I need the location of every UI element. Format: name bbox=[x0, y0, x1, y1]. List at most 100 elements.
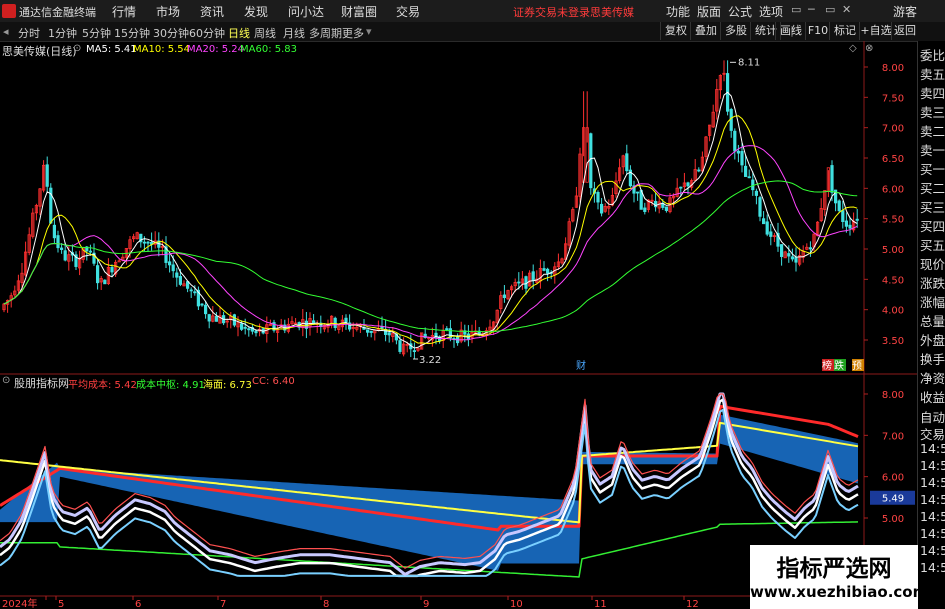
legend-toggle-icon[interactable]: ⊙ bbox=[73, 43, 81, 54]
period-tab-weekly[interactable]: 周线 bbox=[254, 25, 276, 41]
candle-body bbox=[848, 224, 852, 229]
ma60-line bbox=[3, 180, 858, 333]
candle-body bbox=[60, 247, 64, 250]
sidebar-time-2: 14:56 bbox=[920, 458, 945, 473]
toolbar-overlay-button[interactable]: 叠加 bbox=[690, 22, 721, 40]
x-tick-label: 10 bbox=[510, 599, 523, 609]
sidebar-sell3[interactable]: 卖三 bbox=[920, 102, 945, 121]
candle-body bbox=[664, 206, 669, 211]
menu-discover[interactable]: 发现 bbox=[244, 3, 268, 20]
candle-body bbox=[56, 235, 60, 249]
period-tab-timeshare[interactable]: 分时 bbox=[18, 25, 40, 41]
period-tab-60min[interactable]: 60分钟 bbox=[189, 25, 225, 41]
candle-body bbox=[333, 317, 337, 329]
sidebar-weibi[interactable]: 委比 bbox=[920, 45, 945, 64]
sidebar-sell5[interactable]: 卖五 bbox=[920, 64, 945, 83]
candle-body bbox=[546, 268, 550, 274]
menu-formula[interactable]: 公式 bbox=[728, 3, 752, 20]
legend-avg-cost: 平均成本: 5.42 bbox=[68, 380, 137, 391]
sidebar-time-1: 14:56 bbox=[920, 441, 945, 456]
sidebar-time-7: 14:56 bbox=[920, 543, 945, 558]
ind-y-tick-label: 5.00 bbox=[882, 514, 904, 525]
menu-market[interactable]: 市场 bbox=[156, 3, 180, 20]
minimize-icon[interactable]: ─ bbox=[808, 3, 815, 16]
more-arrow-icon[interactable]: ▾ bbox=[366, 25, 372, 38]
menu-function[interactable]: 功能 bbox=[666, 3, 690, 20]
toolbar-adjust-button[interactable]: 复权 bbox=[660, 22, 691, 40]
menu-layout[interactable]: 版面 bbox=[697, 3, 721, 20]
candle-body bbox=[52, 224, 57, 239]
menu-options[interactable]: 选项 bbox=[759, 3, 783, 20]
candle-body bbox=[178, 276, 182, 285]
menu-ask[interactable]: 问小达 bbox=[288, 3, 324, 20]
candle-body bbox=[765, 221, 769, 235]
period-tab-1min[interactable]: 1分钟 bbox=[48, 25, 77, 41]
period-tab-daily[interactable]: 日线 bbox=[228, 25, 250, 41]
toolbar-back-button[interactable]: 返回 bbox=[891, 22, 918, 40]
period-tab-monthly[interactable]: 月线 bbox=[283, 25, 305, 41]
candle-body bbox=[740, 151, 744, 166]
sidebar-change-pct[interactable]: 涨幅 bbox=[920, 292, 945, 311]
restore-icon[interactable]: ▭ bbox=[791, 3, 801, 16]
toolbar-f10-button[interactable]: F10 bbox=[805, 22, 830, 40]
candle-body bbox=[780, 244, 784, 257]
main-y-tick-label: 3.50 bbox=[882, 336, 904, 347]
candle-body bbox=[762, 218, 766, 225]
legend-ma20: MA20: 5.24 bbox=[187, 44, 245, 55]
candle-body bbox=[207, 314, 211, 322]
period-tab-multi[interactable]: 多周期 bbox=[309, 25, 342, 41]
indicator-area bbox=[0, 392, 859, 578]
annotations: 8.11 3.22 财 榜跌预 5.49 bbox=[413, 57, 915, 505]
kline-chart[interactable]: 8.00 7.50 7.00 6.50 6.00 5.50 5.00 4.50 4.00 3.50… bbox=[0, 41, 917, 609]
settings-diamond-icon[interactable]: ◇ bbox=[849, 43, 857, 54]
guest-user[interactable]: 游客 bbox=[893, 3, 917, 20]
period-tab-more[interactable]: 更多 bbox=[342, 25, 364, 41]
period-tab-5min[interactable]: 5分钟 bbox=[82, 25, 111, 41]
candle-body bbox=[247, 328, 251, 331]
sidebar-sell2[interactable]: 卖二 bbox=[920, 121, 945, 140]
sidebar-outer[interactable]: 外盘 bbox=[920, 330, 945, 349]
toolbar-draw-button[interactable]: 画线 bbox=[775, 22, 806, 40]
period-tab-30min[interactable]: 30分钟 bbox=[153, 25, 189, 41]
candle-body bbox=[600, 203, 604, 214]
menu-news[interactable]: 资讯 bbox=[200, 3, 224, 20]
candle-body bbox=[142, 241, 146, 244]
sidebar-price[interactable]: 现价 bbox=[920, 254, 945, 273]
sidebar-change[interactable]: 涨跌 bbox=[920, 273, 945, 292]
app-title: 通达信金融终端 bbox=[19, 6, 96, 19]
candle-body bbox=[117, 260, 121, 263]
sidebar-buy1[interactable]: 买一 bbox=[920, 159, 945, 178]
sidebar-earnings[interactable]: 收益 bbox=[920, 387, 945, 406]
sidebar-buy5[interactable]: 买五 bbox=[920, 235, 945, 254]
watermark-title: 指标严选网 bbox=[776, 556, 892, 582]
sidebar-sell1[interactable]: 卖一 bbox=[920, 140, 945, 159]
maximize-icon[interactable]: ▭ bbox=[825, 3, 835, 16]
sidebar-net-assets[interactable]: 净资 bbox=[920, 368, 945, 387]
sidebar-buy3[interactable]: 买三 bbox=[920, 197, 945, 216]
indicator-toggle-icon[interactable]: ⊙ bbox=[2, 375, 10, 386]
sidebar-volume[interactable]: 总量 bbox=[920, 311, 945, 330]
menu-quotes[interactable]: 行情 bbox=[112, 3, 136, 20]
close-icon[interactable]: ✕ bbox=[842, 3, 851, 16]
y-axes: 8.00 7.50 7.00 6.50 6.00 5.50 5.00 4.50 4.00 3.50… bbox=[864, 63, 904, 525]
x-tick-label: 5 bbox=[58, 599, 64, 609]
ma10-line bbox=[3, 115, 858, 345]
sidebar-buy2[interactable]: 买二 bbox=[920, 178, 945, 197]
period-tab-15min[interactable]: 15分钟 bbox=[114, 25, 150, 41]
menu-trade[interactable]: 交易 bbox=[396, 3, 420, 20]
toolbar-mark-button[interactable]: 标记 bbox=[829, 22, 860, 40]
candle-body bbox=[636, 191, 640, 194]
high-label: 8.11 bbox=[738, 57, 760, 68]
toolbar-add-watchlist-button[interactable]: +自选 bbox=[859, 22, 892, 40]
menu-wealth[interactable]: 财富圈 bbox=[341, 3, 377, 20]
sidebar-sell4[interactable]: 卖四 bbox=[920, 83, 945, 102]
candle-body bbox=[369, 330, 373, 333]
sidebar-buy4[interactable]: 买四 bbox=[920, 216, 945, 235]
period-toggle-icon[interactable]: ◂ bbox=[3, 25, 9, 38]
main-y-tick-label: 7.00 bbox=[882, 124, 904, 135]
toolbar-multistock-button[interactable]: 多股 bbox=[720, 22, 751, 40]
pane-close-icon[interactable]: ⊗ bbox=[865, 43, 873, 54]
legend-sea-level: 海面: 6.73 bbox=[203, 380, 252, 391]
ma5-line bbox=[3, 91, 858, 349]
sidebar-turnover[interactable]: 换手 bbox=[920, 349, 945, 368]
